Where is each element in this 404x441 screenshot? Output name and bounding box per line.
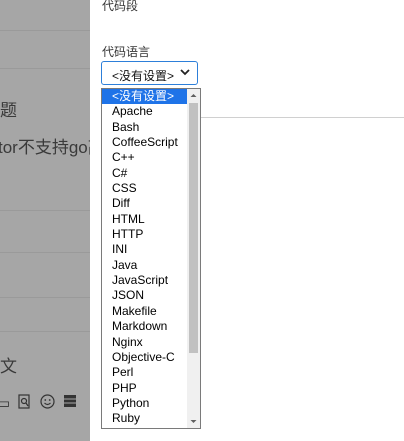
language-option[interactable]: Ruby: [102, 411, 188, 426]
language-option[interactable]: JSON: [102, 288, 188, 303]
language-label: 代码语言: [102, 45, 151, 59]
background-heading-snippet: 题: [0, 101, 17, 120]
search-doc-icon: [18, 393, 32, 413]
language-option[interactable]: Makefile: [102, 304, 188, 319]
language-option[interactable]: CSS: [102, 181, 188, 196]
language-option[interactable]: Nginx: [102, 335, 188, 350]
scroll-up-arrow-icon[interactable]: [187, 89, 200, 102]
language-option[interactable]: Objective-C: [102, 350, 188, 365]
grid-icon: [63, 394, 77, 412]
language-option[interactable]: HTML: [102, 212, 188, 227]
language-option[interactable]: <没有设置>: [102, 89, 188, 105]
background-divider: [0, 331, 90, 332]
language-option[interactable]: JavaScript: [102, 273, 188, 288]
language-option[interactable]: Markdown: [102, 319, 188, 334]
document-icon: ▭: [0, 395, 11, 412]
language-option[interactable]: C++: [102, 150, 188, 165]
language-dropdown-list[interactable]: <没有设置> Apache Bash CoffeeScript C++ C# CSS Diff…: [101, 88, 201, 429]
scroll-down-arrow-icon[interactable]: [187, 415, 200, 428]
chevron-down-icon: [179, 66, 191, 78]
background-divider: [0, 297, 90, 298]
background-divider: [0, 30, 90, 31]
language-select[interactable]: <没有设置>: [101, 61, 198, 85]
smiley-icon: [40, 393, 55, 413]
language-option[interactable]: Bash: [102, 120, 188, 135]
language-option[interactable]: Apache: [102, 104, 188, 119]
background-divider: [0, 68, 90, 69]
language-option[interactable]: CoffeeScript: [102, 135, 188, 150]
background-divider: [0, 252, 90, 253]
background-text-snippet: 文: [0, 357, 17, 376]
background-divider: [0, 210, 90, 211]
background-editor-toolbar: ▭: [0, 392, 90, 414]
dialog-title: 代码段: [102, 0, 139, 13]
language-option[interactable]: C#: [102, 166, 188, 181]
language-option[interactable]: Java: [102, 258, 188, 273]
scrollbar-thumb[interactable]: [189, 103, 198, 353]
code-editor-border: [198, 117, 404, 118]
language-option[interactable]: Diff: [102, 196, 188, 211]
language-option[interactable]: Python: [102, 396, 188, 411]
language-options: <没有设置> Apache Bash CoffeeScript C++ C# CSS Diff…: [102, 89, 188, 427]
language-option[interactable]: Perl: [102, 365, 188, 380]
language-option[interactable]: INI: [102, 242, 188, 257]
dropdown-scrollbar[interactable]: [187, 89, 200, 428]
language-option[interactable]: HTTP: [102, 227, 188, 242]
language-select-value: <没有设置>: [112, 69, 175, 83]
language-option[interactable]: PHP: [102, 381, 188, 396]
